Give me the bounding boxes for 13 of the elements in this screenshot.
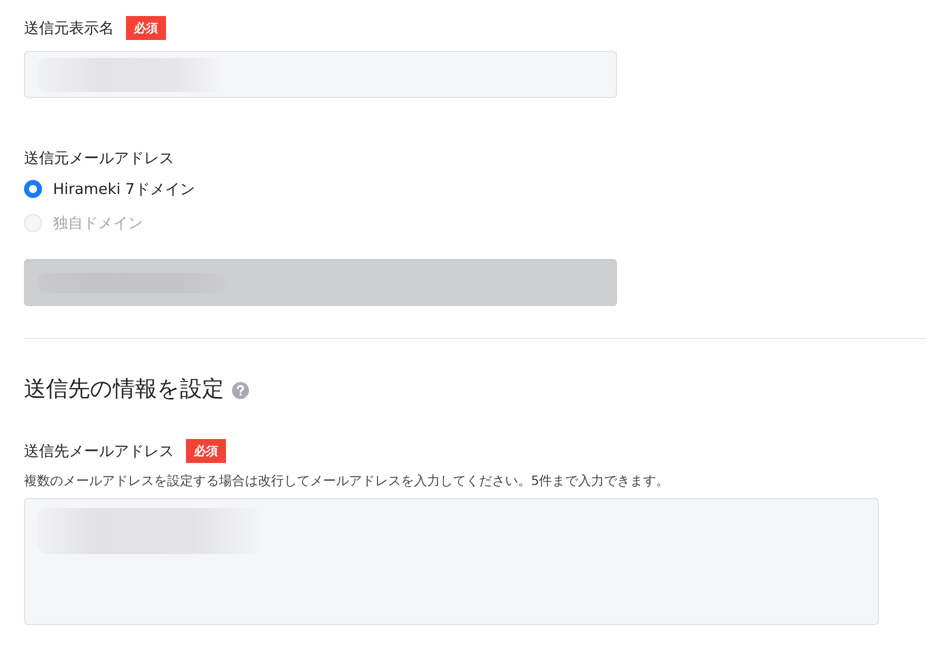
help-icon[interactable]	[232, 382, 249, 398]
radio-label: Hirameki 7ドメイン	[53, 178, 195, 200]
section-heading: 送信先の情報を設定	[24, 376, 224, 404]
radio-label: 独自ドメイン	[53, 212, 143, 234]
required-tag: 必須	[186, 439, 226, 463]
field-label: 送信元表示名	[24, 18, 114, 39]
field-label: 送信先メールアドレス	[24, 441, 174, 462]
required-tag: 必須	[126, 16, 166, 40]
hint-text: 複数のメールアドレスを設定する場合は改行してメールアドレスを入力してください。5件まで入力できます。	[24, 473, 670, 491]
radio-button[interactable]	[24, 180, 42, 198]
field-label: 送信元メールアドレス	[24, 148, 174, 169]
textarea-field[interactable]	[24, 498, 879, 625]
input-field[interactable]	[24, 51, 617, 98]
